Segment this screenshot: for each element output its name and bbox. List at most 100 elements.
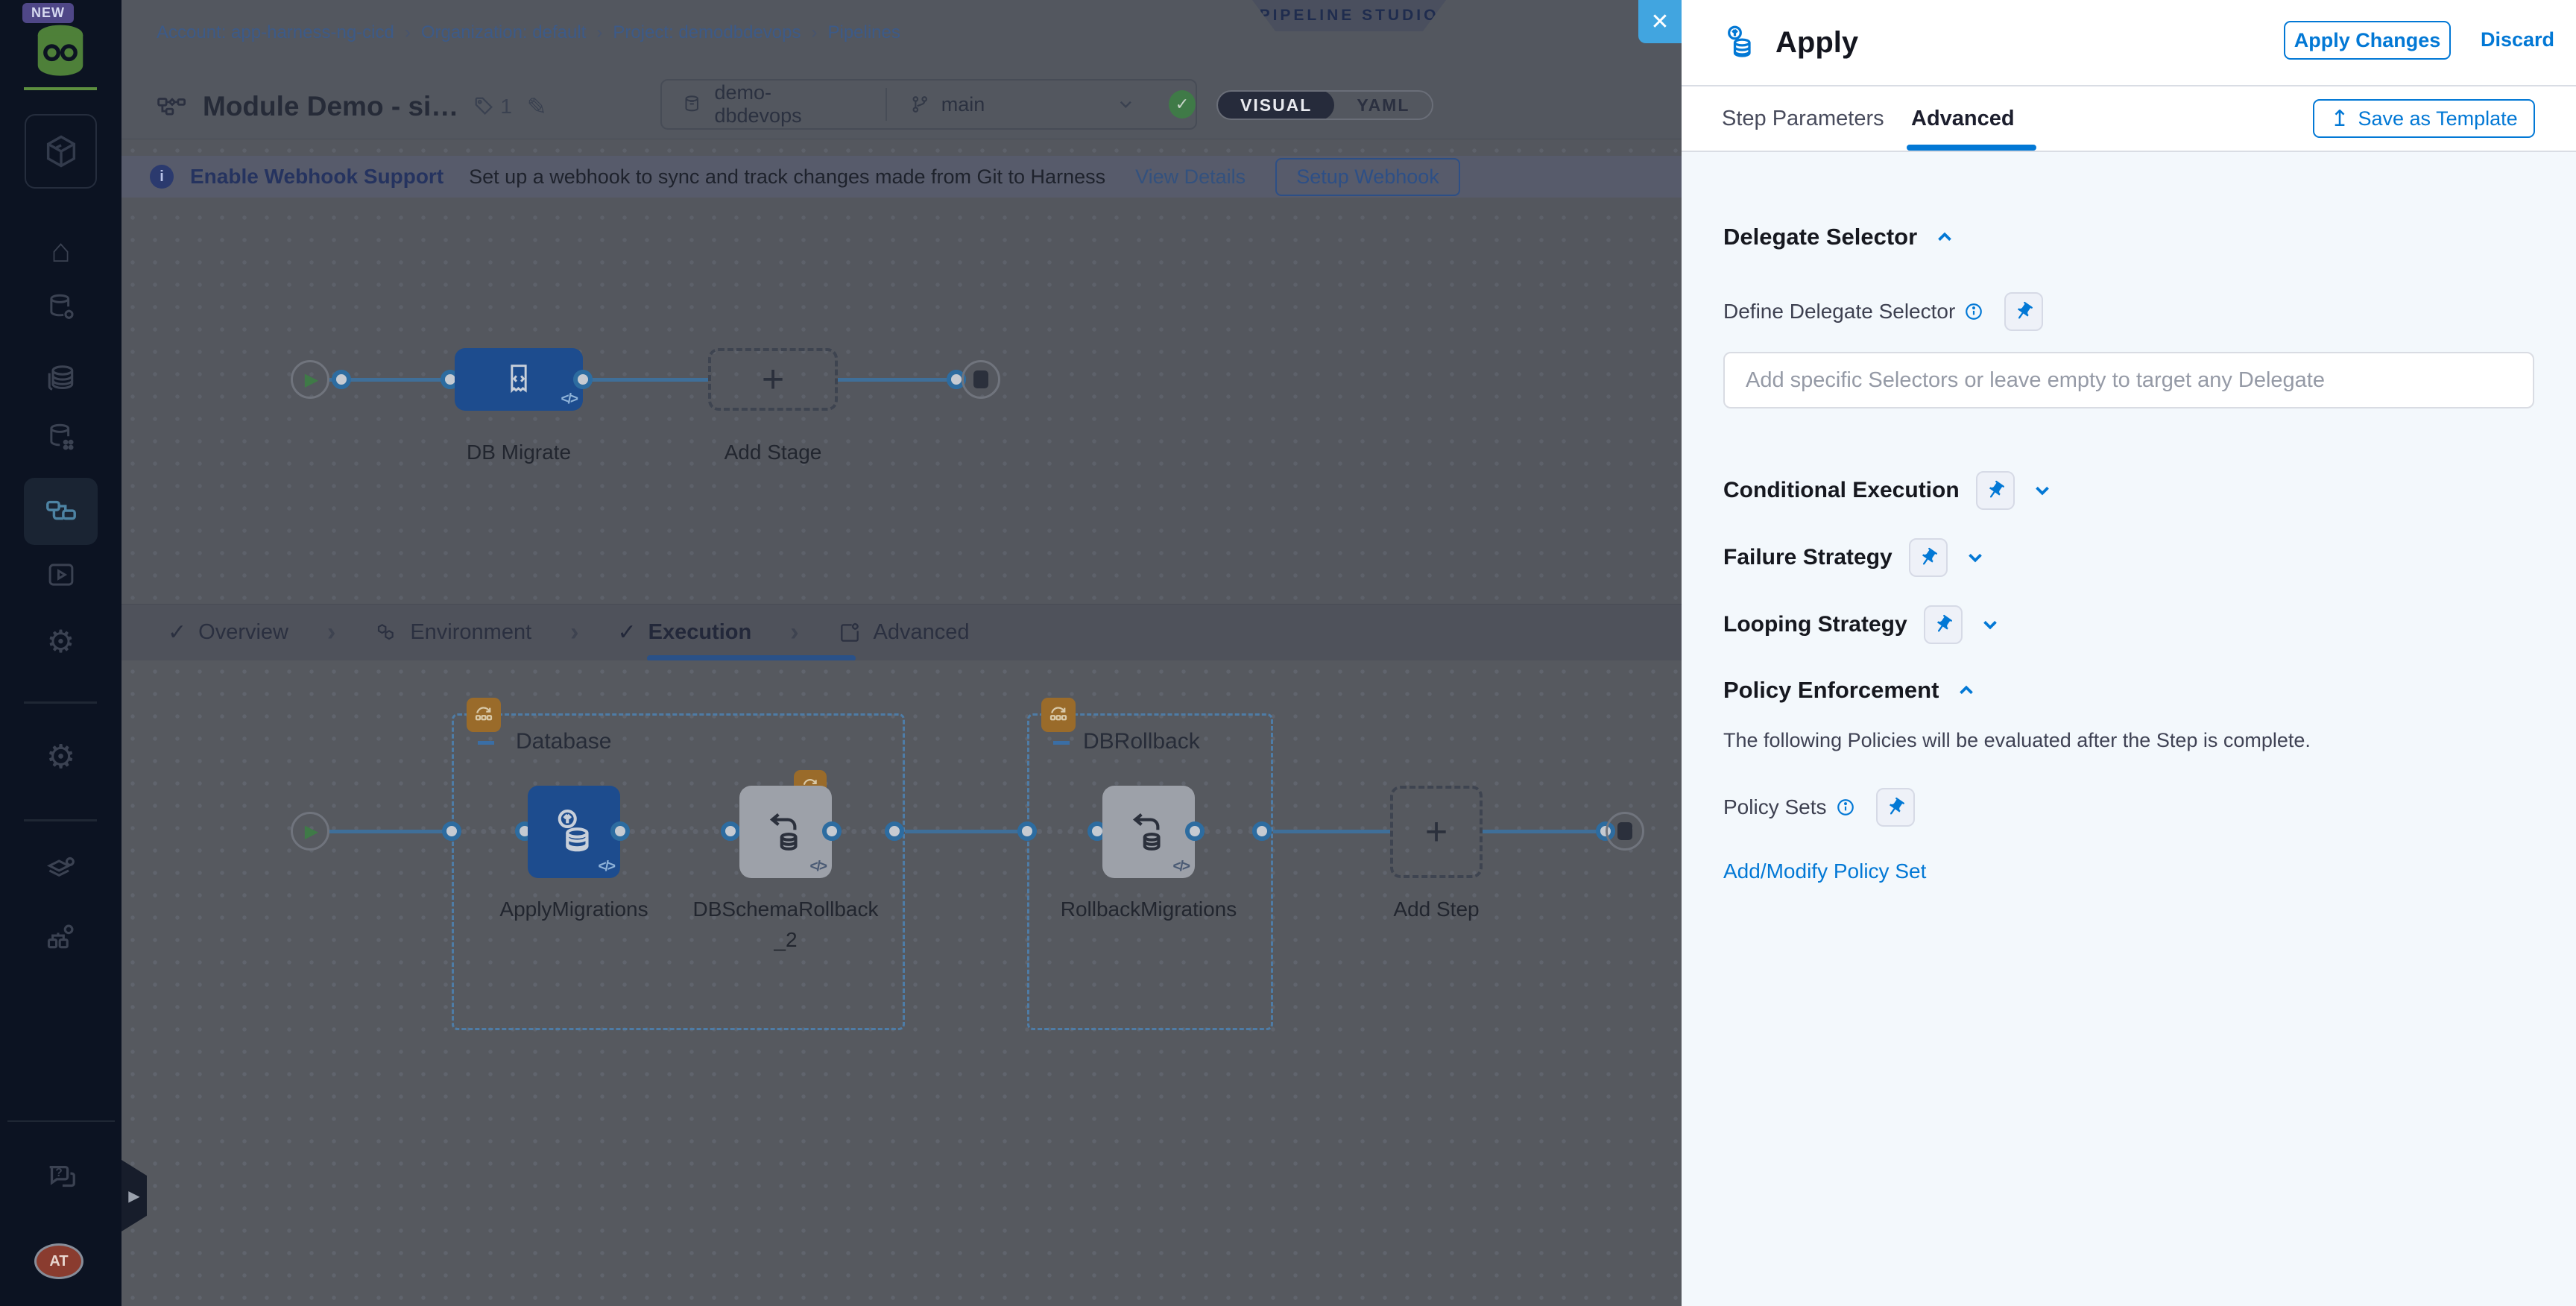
add-modify-policy-set-link[interactable]: Add/Modify Policy Set xyxy=(1723,859,2534,883)
new-badge: NEW xyxy=(22,3,74,23)
tab-advanced[interactable]: Advanced xyxy=(1911,86,2015,151)
pipeline-studio-app: NEW ⌂ ⚙ ⚙ ? AT ▶ Account: app-harness-ng… xyxy=(0,0,2576,1306)
delegate-selector-input[interactable] xyxy=(1723,352,2534,408)
user-avatar[interactable]: AT xyxy=(34,1243,83,1279)
connector-port[interactable] xyxy=(1252,821,1272,841)
db-properties-icon[interactable] xyxy=(0,422,121,453)
connector-port[interactable] xyxy=(332,370,351,389)
breadcrumb-pipelines[interactable]: Pipelines xyxy=(827,22,900,43)
discard-button[interactable]: Discard xyxy=(2481,28,2554,51)
drawer-header: Apply Apply Changes Discard xyxy=(1682,0,2576,86)
chevron-down-icon[interactable] xyxy=(1979,613,2001,636)
add-step-button[interactable]: + xyxy=(1390,786,1483,878)
collapse-group-button[interactable] xyxy=(478,741,494,745)
tab-step-parameters[interactable]: Step Parameters xyxy=(1722,86,1884,151)
looping-strategy-section[interactable]: Looping Strategy xyxy=(1723,605,2534,644)
tag-count[interactable]: 1 xyxy=(473,95,512,119)
breadcrumb-account[interactable]: Account: app-harness-ng-cicd xyxy=(157,22,394,43)
step-node-dbschemarollback[interactable]: </> xyxy=(739,786,832,878)
runtime-input-pin-button[interactable] xyxy=(1875,788,1915,827)
apply-changes-button[interactable]: Apply Changes xyxy=(2284,21,2451,60)
step-group-name[interactable]: DBRollback xyxy=(1083,729,1200,754)
home-icon[interactable]: ⌂ xyxy=(0,233,121,270)
org-settings-icon[interactable] xyxy=(0,920,121,953)
step-group-badge-icon xyxy=(467,698,501,732)
step-group-database[interactable] xyxy=(452,713,905,1030)
step-group-name[interactable]: Database xyxy=(516,729,611,754)
connector-port[interactable] xyxy=(442,821,461,841)
governance-gear-icon[interactable]: ⚙ xyxy=(0,623,121,660)
connector-port[interactable] xyxy=(1017,821,1037,841)
tab-overview[interactable]: ✓ Overview xyxy=(168,619,288,646)
runtime-input-pin-button[interactable] xyxy=(1908,538,1948,577)
nav-divider xyxy=(24,701,97,704)
info-icon[interactable] xyxy=(1964,302,1983,321)
pipelines-icon[interactable] xyxy=(0,495,121,529)
environment-icon xyxy=(378,623,394,640)
chevron-down-icon[interactable] xyxy=(1964,546,1986,569)
runtime-input-pin-button[interactable] xyxy=(1923,605,1963,644)
chevron-up-icon[interactable] xyxy=(1955,679,1977,701)
tab-execution[interactable]: ✓ Execution xyxy=(617,619,751,646)
step-node-rollbackmigrations[interactable]: </> xyxy=(1102,786,1195,878)
step-group-badge-icon xyxy=(1041,698,1076,732)
pipeline-studio-badge: PIPELINE STUDIO xyxy=(1252,0,1446,31)
breadcrumb-org[interactable]: Organization: default xyxy=(421,22,586,43)
repository-icon xyxy=(685,95,698,112)
tab-advanced[interactable]: Advanced xyxy=(838,620,970,645)
upload-icon: ↥ xyxy=(2330,106,2349,131)
collapse-group-button[interactable] xyxy=(1053,741,1070,745)
add-stage-button[interactable]: + xyxy=(708,348,838,411)
webhook-banner-description: Set up a webhook to sync and track chang… xyxy=(469,165,1106,188)
setup-webhook-button[interactable]: Setup Webhook xyxy=(1275,157,1460,196)
branch-name[interactable]: main xyxy=(941,93,985,116)
tab-environment[interactable]: Environment xyxy=(374,620,531,645)
breadcrumb-project[interactable]: Project: demodbdevops xyxy=(613,22,801,43)
step-node-applymigrations[interactable]: </> xyxy=(528,786,620,878)
cube-icon xyxy=(46,135,75,168)
chevron-right-icon: › xyxy=(570,618,579,646)
policy-enforcement-section[interactable]: Policy Enforcement xyxy=(1723,677,2534,704)
check-icon: ✓ xyxy=(617,620,637,645)
db-instances-icon[interactable] xyxy=(0,292,121,324)
db-stack-icon[interactable] xyxy=(0,362,121,395)
chevron-up-icon[interactable] xyxy=(1933,226,1956,248)
module-picker-button[interactable] xyxy=(25,114,97,189)
dbdevops-logo-icon[interactable] xyxy=(30,24,91,83)
repo-name[interactable]: demo-dbdevops xyxy=(714,81,851,127)
apply-step-icon xyxy=(1728,25,1751,57)
runtime-input-pin-button[interactable] xyxy=(2004,292,2044,331)
edit-pencil-icon[interactable]: ✎ xyxy=(527,92,547,121)
connector-port[interactable] xyxy=(1185,821,1205,841)
conditional-execution-section[interactable]: Conditional Execution xyxy=(1723,471,2534,510)
chevron-down-icon[interactable] xyxy=(1116,94,1136,115)
policy-enforcement-description: The following Policies will be evaluated… xyxy=(1723,729,2311,751)
layers-settings-icon[interactable] xyxy=(0,853,121,886)
runtime-input-pin-button[interactable] xyxy=(1975,471,2015,510)
add-stage-label: Add Stage xyxy=(724,441,822,464)
divider xyxy=(886,88,888,121)
save-as-template-button[interactable]: ↥ Save as Template xyxy=(2313,99,2535,138)
help-chat-icon[interactable]: ? xyxy=(0,1160,121,1194)
execution-canvas[interactable]: ▶ Database </> </> DBRollback </> + Appl… xyxy=(121,660,1682,1306)
drawer-close-button[interactable]: ✕ xyxy=(1638,0,1682,43)
visual-toggle-option[interactable]: VISUAL xyxy=(1218,92,1335,119)
connector-port[interactable] xyxy=(822,821,842,841)
settings-gear-icon[interactable]: ⚙ xyxy=(0,738,121,776)
stop-icon xyxy=(1617,822,1632,840)
info-icon[interactable] xyxy=(1836,798,1855,817)
view-details-link[interactable]: View Details xyxy=(1135,165,1246,189)
chevron-right-icon: › xyxy=(811,22,818,42)
stage-node-db-migrate[interactable]: </> xyxy=(455,348,583,411)
delegate-selector-section[interactable]: Delegate Selector xyxy=(1723,224,2534,250)
stage-canvas[interactable]: i Enable Webhook Support Set up a webhoo… xyxy=(121,139,1682,604)
yaml-toggle-option[interactable]: YAML xyxy=(1334,92,1432,119)
plus-icon: + xyxy=(1424,810,1448,854)
failure-strategy-section[interactable]: Failure Strategy xyxy=(1723,538,2534,577)
executions-icon[interactable] xyxy=(0,559,121,590)
chevron-down-icon[interactable] xyxy=(2031,479,2053,502)
connector-port[interactable] xyxy=(721,821,740,841)
connector-port[interactable] xyxy=(573,370,593,389)
connector-port[interactable] xyxy=(610,821,630,841)
connector-port[interactable] xyxy=(885,821,904,841)
